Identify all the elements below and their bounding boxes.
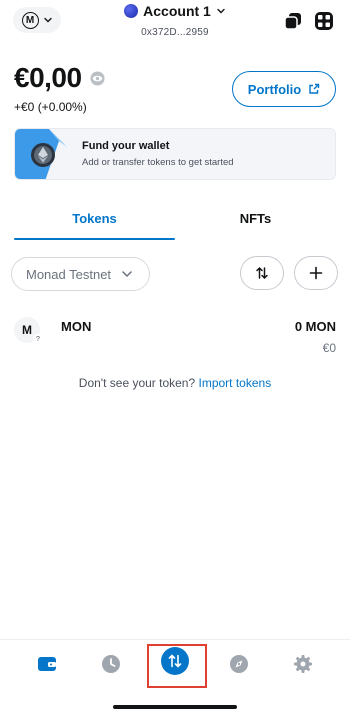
balance-value: €0,00 [14,62,82,93]
portfolio-button[interactable]: Portfolio [232,71,336,107]
import-tokens-hint: Don't see your token? Import tokens [0,376,350,390]
activity-icon[interactable] [100,653,122,675]
fund-wallet-illustration [15,129,67,179]
swap-highlight-box [147,644,207,688]
bottom-nav [0,639,350,716]
network-filter-label: Monad Testnet [26,266,112,282]
network-filter-dropdown[interactable]: Monad Testnet [11,257,150,291]
token-fiat-value: €0 [322,341,336,355]
import-hint-text: Don't see your token? [78,376,199,390]
header: M Account 1 0x372D...2959 [0,0,350,50]
import-tokens-link[interactable]: Import tokens [199,376,272,390]
balance-change: +€0 (+0.00%) [14,100,87,114]
explore-icon[interactable] [228,653,250,675]
fund-wallet-card[interactable]: Fund your wallet Add or transfer tokens … [14,128,336,180]
account-avatar [124,4,139,18]
tab-tokens[interactable]: Tokens [14,206,175,240]
token-list-item[interactable]: M ? MON 0 MON €0 [14,314,336,358]
account-name: Account 1 [143,3,211,19]
tab-nfts[interactable]: NFTs [175,206,336,240]
network-badge: ? [33,334,43,344]
plus-icon [309,266,323,280]
eye-icon[interactable] [90,70,105,86]
sort-button[interactable] [240,256,284,290]
wallet-icon[interactable] [36,653,58,675]
home-indicator [113,705,237,709]
fund-card-subtitle: Add or transfer tokens to get started [82,157,234,168]
chevron-down-icon [217,8,225,14]
asset-tabs: Tokens NFTs [14,206,336,242]
active-tab-indicator [14,238,175,240]
settings-icon[interactable] [292,653,314,675]
copy-icon[interactable] [283,11,303,31]
external-link-icon [309,83,320,94]
sort-arrows-icon [256,266,268,280]
portfolio-label: Portfolio [247,81,302,97]
fund-card-title: Fund your wallet [82,140,170,152]
scan-qr-icon[interactable] [314,11,334,31]
token-name: MON [61,319,92,334]
chevron-down-icon [122,271,132,278]
add-token-button[interactable] [294,256,338,290]
balance-display: €0,00 [14,62,105,94]
token-amount: 0 MON [294,319,336,334]
